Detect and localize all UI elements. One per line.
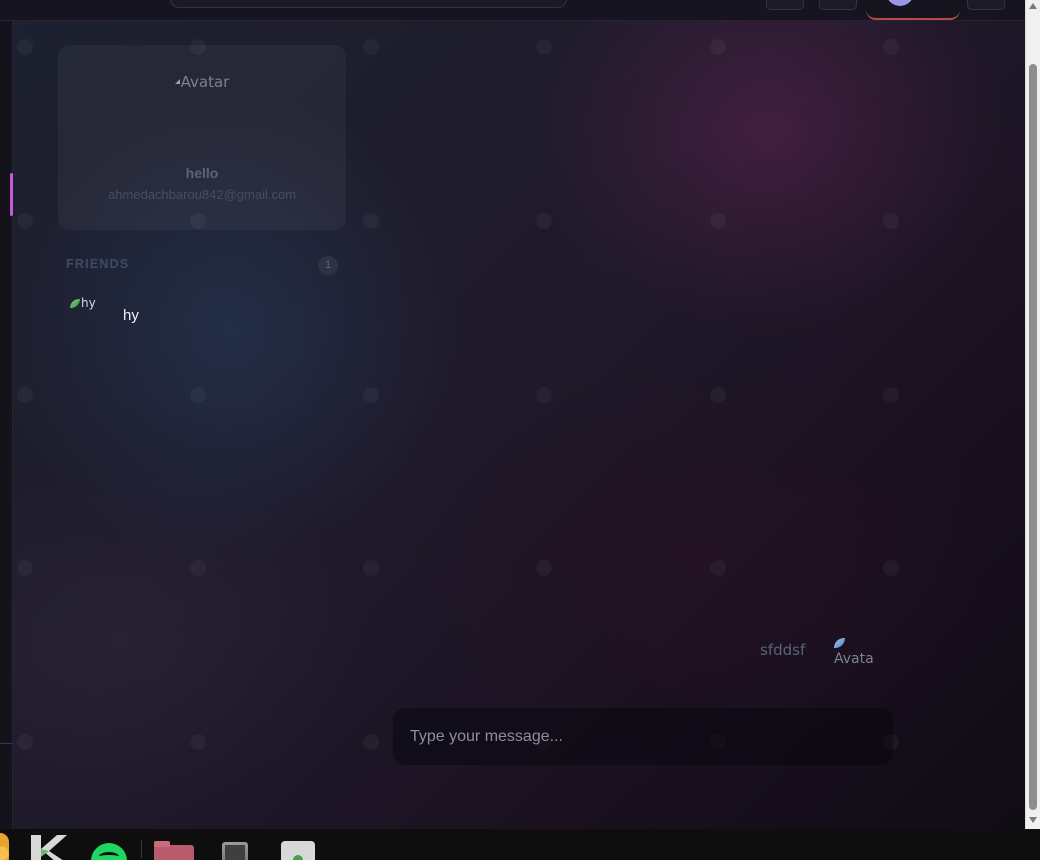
profile-menu[interactable] [866, 0, 960, 20]
top-navbar [0, 0, 1025, 21]
background-dot [883, 560, 899, 576]
navbar-button[interactable] [766, 0, 804, 10]
background-dot [363, 387, 379, 403]
profile-email: ahmedachbarou842@gmail.com [107, 187, 297, 202]
background-dot [190, 734, 206, 750]
profile-card: Avatar hello ahmedachbarou842@gmail.com [58, 45, 346, 230]
friend-avatar-alt: hy [81, 296, 96, 310]
phone-icon[interactable] [222, 842, 248, 860]
friend-name: hy [123, 307, 139, 324]
background-dot [363, 734, 379, 750]
navbar-button[interactable] [967, 0, 1005, 10]
files-icon[interactable] [154, 841, 194, 860]
chat-message: sfddsf Avatar [740, 632, 880, 676]
message-input[interactable] [393, 708, 893, 765]
profile-name: hello [185, 165, 219, 181]
background-dot [190, 560, 206, 576]
background-dot [710, 560, 726, 576]
os-taskbar [0, 829, 1040, 860]
background-dot [17, 387, 33, 403]
background-dot [883, 39, 899, 55]
background-dot [363, 39, 379, 55]
background-dot [363, 213, 379, 229]
scroll-up-arrow-icon[interactable] [1029, 3, 1037, 9]
broken-image-icon [70, 299, 80, 308]
background-dot [363, 560, 379, 576]
profile-avatar: Avatar [58, 73, 346, 91]
background-dot [17, 39, 33, 55]
background-dot [536, 387, 552, 403]
friends-count-badge: 1 [318, 256, 338, 275]
side-rail [0, 21, 13, 829]
background-dot [17, 734, 33, 750]
chrome-icon[interactable] [0, 833, 9, 860]
chat-app: Avatar hello ahmedachbarou842@gmail.com … [0, 0, 1025, 829]
background-dot [17, 560, 33, 576]
scroll-down-arrow-icon[interactable] [1029, 817, 1037, 823]
kotlin-icon[interactable] [29, 833, 67, 860]
background-dot [536, 560, 552, 576]
search-bar[interactable] [170, 0, 567, 8]
rail-divider [0, 743, 13, 744]
page-scrollbar[interactable] [1025, 0, 1040, 829]
background-dot [883, 387, 899, 403]
active-indicator [10, 173, 13, 216]
message-avatar: Avatar [834, 635, 874, 669]
friend-list-item[interactable]: hy hy [62, 290, 346, 336]
background-dot [710, 213, 726, 229]
broken-image-icon [174, 79, 180, 84]
message-avatar-alt: Avatar [834, 651, 874, 667]
background-dot [710, 387, 726, 403]
spotify-icon[interactable] [91, 843, 127, 860]
archive-icon[interactable] [281, 841, 315, 860]
background-dot [536, 39, 552, 55]
taskbar-separator [141, 840, 142, 858]
profile-avatar-alt: Avatar [180, 73, 230, 91]
message-text: sfddsf [760, 641, 806, 659]
broken-image-icon [834, 638, 845, 648]
friend-avatar: hy [70, 296, 114, 326]
background-dot [17, 213, 33, 229]
background-dot [536, 213, 552, 229]
scrollbar-thumb[interactable] [1029, 64, 1037, 810]
friends-heading: FRIENDS [66, 257, 130, 271]
background-dot [883, 213, 899, 229]
background-dot [190, 387, 206, 403]
navbar-button[interactable] [819, 0, 857, 10]
user-avatar[interactable] [886, 0, 914, 6]
background-dot [710, 39, 726, 55]
message-composer [393, 708, 893, 765]
